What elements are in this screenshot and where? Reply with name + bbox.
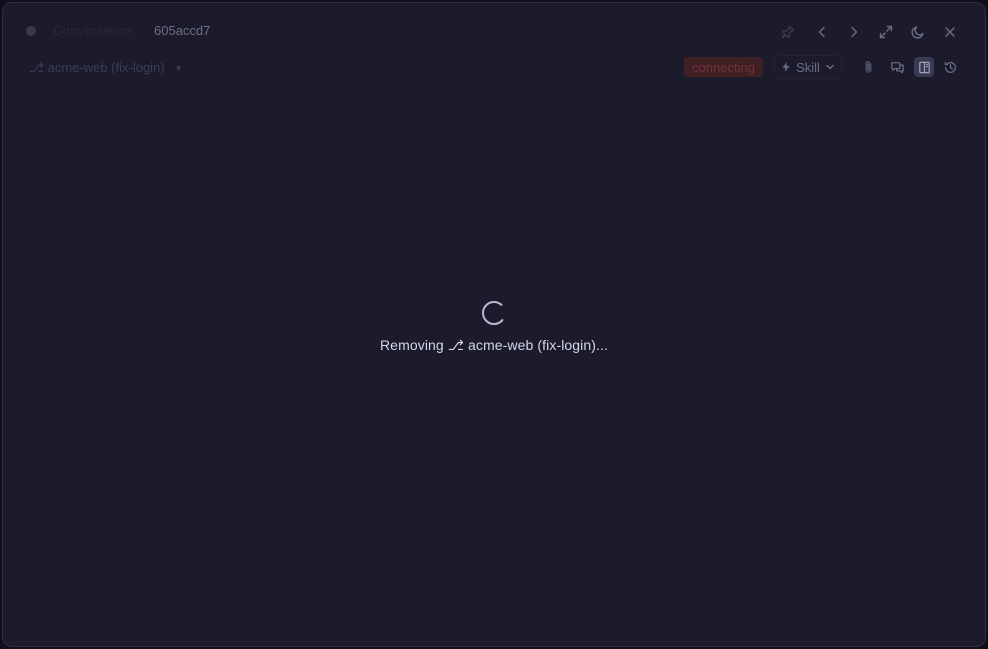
skill-dropdown-button[interactable]: Skill <box>774 55 842 79</box>
session-id: 605accd7 <box>154 23 211 38</box>
attach-icon[interactable] <box>858 57 878 77</box>
title-prefix: Conversation <box>53 23 132 38</box>
expand-icon[interactable] <box>875 21 897 43</box>
back-icon[interactable] <box>811 21 833 43</box>
bolt-icon <box>782 62 790 72</box>
window-dot-icon[interactable] <box>26 26 36 36</box>
branch-label: ⎇ acme-web (fix-login) <box>29 60 165 75</box>
status-badge: connecting <box>684 57 763 77</box>
session-toolbar: ⎇ acme-web (fix-login) ▼ connecting Skil… <box>3 55 985 85</box>
loading-state: Removing ⎇ acme-web (fix-login)... <box>3 299 985 354</box>
title-bar: Conversation 605accd7 <box>3 3 985 55</box>
loading-message: Removing ⎇ acme-web (fix-login)... <box>379 337 609 353</box>
chat-icon[interactable] <box>887 57 907 77</box>
spinner-icon <box>480 299 508 327</box>
close-icon[interactable] <box>939 21 961 43</box>
caret-down-icon: ▼ <box>174 63 183 73</box>
theme-moon-icon[interactable] <box>907 21 929 43</box>
app-window: Conversation 605accd7 ⎇ acme-web (fix-lo… <box>2 2 986 647</box>
branch-selector[interactable]: ⎇ acme-web (fix-login) ▼ <box>29 60 183 76</box>
skill-label: Skill <box>796 59 820 75</box>
chevron-down-icon <box>826 64 834 70</box>
panel-icon[interactable] <box>914 57 934 77</box>
history-icon[interactable] <box>940 57 960 77</box>
forward-icon[interactable] <box>843 21 865 43</box>
pin-icon[interactable] <box>777 21 799 43</box>
